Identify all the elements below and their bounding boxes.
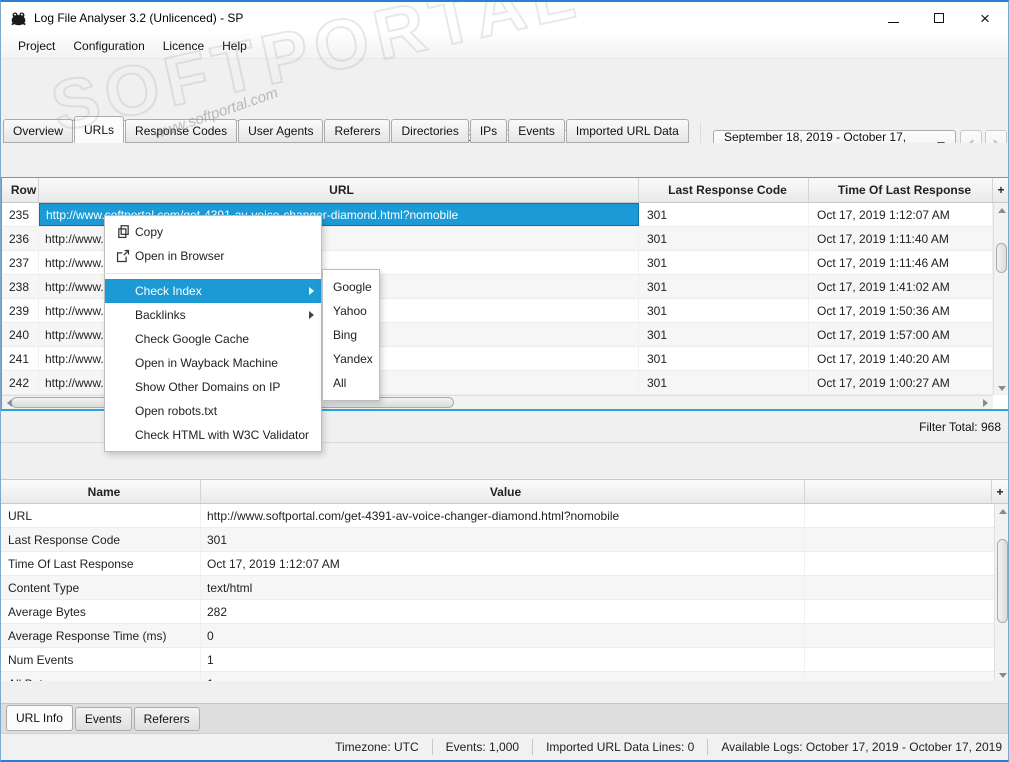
maximize-button[interactable] — [916, 2, 962, 34]
column-header-value[interactable]: Value — [201, 480, 805, 503]
maximize-icon — [934, 13, 944, 23]
scrollbar-thumb[interactable] — [997, 539, 1008, 623]
menu-bar: Project Configuration Licence Help — [1, 34, 1008, 59]
detail-row[interactable]: URL http://www.softportal.com/get-4391-a… — [1, 504, 1008, 528]
window-title: Log File Analyser 3.2 (Unlicenced) - SP — [34, 11, 244, 25]
tab-url-info[interactable]: URL Info — [6, 705, 73, 731]
add-column-button[interactable]: + — [992, 480, 1008, 503]
external-link-icon — [113, 249, 133, 263]
submenu-arrow-icon — [309, 311, 314, 319]
tab-ips[interactable]: IPs — [469, 119, 508, 143]
scrollbar-thumb[interactable] — [996, 243, 1007, 273]
submenu-item-yahoo[interactable]: Yahoo — [323, 299, 379, 323]
filter-total: Filter Total: 968 — [919, 419, 1001, 434]
tab-directories[interactable]: Directories — [391, 119, 469, 143]
detail-row[interactable]: Content Type text/html — [1, 576, 1008, 600]
detail-row[interactable]: Last Response Code 301 — [1, 528, 1008, 552]
menu-item-check-html-w3c-validator[interactable]: Check HTML with W3C Validator — [105, 423, 321, 447]
status-separator — [431, 739, 433, 755]
tab-imported-url-data[interactable]: Imported URL Data — [565, 119, 689, 143]
submenu-item-bing[interactable]: Bing — [323, 323, 379, 347]
column-header-url[interactable]: URL — [39, 178, 639, 202]
check-index-submenu: Google Yahoo Bing Yandex All — [322, 269, 380, 401]
scroll-right-arrow[interactable] — [978, 396, 993, 410]
column-header-last-response-code[interactable]: Last Response Code — [639, 178, 809, 202]
tab-events-bottom[interactable]: Events — [74, 707, 132, 731]
add-column-button[interactable]: + — [993, 178, 1008, 202]
detail-row[interactable]: Num Events 1 — [1, 648, 1008, 672]
status-available-logs: Available Logs: October 17, 2019 - Octob… — [721, 740, 1002, 754]
filter-row: Filter: All Export — [1, 143, 1008, 314]
detail-row[interactable]: Time Of Last Response Oct 17, 2019 1:12:… — [1, 552, 1008, 576]
title-bar: Log File Analyser 3.2 (Unlicenced) - SP … — [1, 2, 1008, 34]
tab-overview[interactable]: Overview — [3, 119, 74, 143]
menu-separator — [106, 273, 320, 274]
menu-item-open-robots-txt[interactable]: Open robots.txt — [105, 399, 321, 423]
tab-referers[interactable]: Referers — [324, 119, 391, 143]
vertical-scrollbar[interactable] — [994, 504, 1008, 681]
close-button[interactable]: × — [962, 2, 1008, 34]
column-header-time[interactable]: Time Of Last Response — [809, 178, 993, 202]
menu-item-open-in-wayback-machine[interactable]: Open in Wayback Machine — [105, 351, 321, 375]
column-header-name[interactable]: Name — [1, 480, 201, 503]
minimize-icon — [887, 21, 899, 23]
main-tab-bar: Overview URLs Response Codes User Agents… — [1, 116, 1008, 143]
menu-licence[interactable]: Licence — [154, 35, 213, 57]
column-header-empty — [805, 480, 992, 503]
menu-item-show-other-domains-on-ip[interactable]: Show Other Domains on IP — [105, 375, 321, 399]
detail-table-header: Name Value + — [1, 480, 1008, 504]
vertical-scrollbar[interactable] — [993, 203, 1008, 395]
submenu-item-yandex[interactable]: Yandex — [323, 347, 379, 371]
app-window: Log File Analyser 3.2 (Unlicenced) - SP … — [0, 0, 1009, 762]
scroll-up-arrow[interactable] — [995, 504, 1008, 518]
url-table-header: Row URL Last Response Code Time Of Last … — [2, 178, 1008, 203]
detail-row[interactable]: All Bots 1 — [1, 672, 1008, 681]
scroll-down-arrow[interactable] — [994, 381, 1008, 395]
detail-row[interactable]: Average Bytes 282 — [1, 600, 1008, 624]
menu-item-check-google-cache[interactable]: Check Google Cache — [105, 327, 321, 351]
toolbar: Open New Import Delete Settings Verifica… — [1, 59, 1008, 167]
scroll-down-arrow[interactable] — [995, 668, 1008, 681]
submenu-item-all[interactable]: All — [323, 371, 379, 395]
menu-item-check-index[interactable]: Check Index — [105, 279, 321, 303]
column-header-row[interactable]: Row — [2, 178, 39, 202]
context-menu: Copy Open in Browser Check Index Backlin… — [104, 215, 322, 452]
menu-item-backlinks[interactable]: Backlinks — [105, 303, 321, 327]
tab-urls[interactable]: URLs — [74, 116, 125, 143]
status-bar: Timezone: UTC Events: 1,000 Imported URL… — [1, 733, 1008, 760]
status-timezone: Timezone: UTC — [335, 740, 419, 754]
submenu-arrow-icon — [309, 287, 314, 295]
status-separator — [532, 739, 534, 755]
tab-referers-bottom[interactable]: Referers — [133, 707, 200, 731]
url-info-table: Name Value + URL http://www.softportal.c… — [1, 479, 1008, 681]
status-separator — [707, 739, 709, 755]
app-logo-frog-icon — [11, 12, 26, 25]
menu-project[interactable]: Project — [9, 35, 64, 57]
copy-icon — [113, 225, 133, 239]
bottom-tab-bar: URL Info Events Referers — [1, 703, 1008, 733]
tab-user-agents[interactable]: User Agents — [238, 119, 324, 143]
submenu-item-google[interactable]: Google — [323, 275, 379, 299]
minimize-button[interactable] — [870, 2, 916, 34]
status-imported-lines: Imported URL Data Lines: 0 — [546, 740, 695, 754]
menu-help[interactable]: Help — [213, 35, 256, 57]
menu-item-copy[interactable]: Copy — [105, 220, 321, 244]
scroll-up-arrow[interactable] — [994, 203, 1008, 217]
tab-response-codes[interactable]: Response Codes — [125, 119, 238, 143]
menu-item-open-in-browser[interactable]: Open in Browser — [105, 244, 321, 268]
detail-row[interactable]: Average Response Time (ms) 0 — [1, 624, 1008, 648]
tab-events[interactable]: Events — [508, 119, 565, 143]
menu-configuration[interactable]: Configuration — [64, 35, 153, 57]
status-events: Events: 1,000 — [445, 740, 520, 754]
